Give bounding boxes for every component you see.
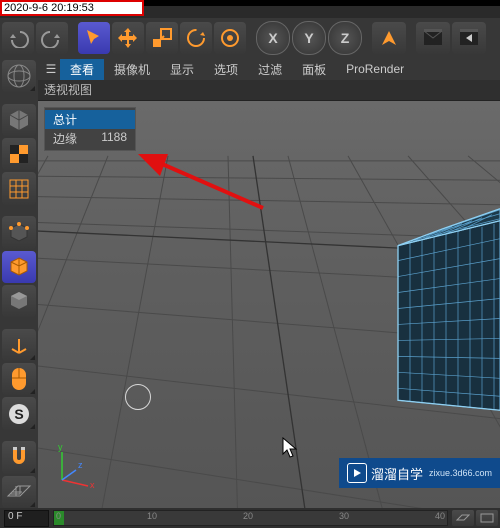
hud-edges-value: 1188 [93,130,127,147]
svg-text:y: y [58,442,63,452]
axis-tool-button[interactable] [2,329,36,361]
rotate-button[interactable] [180,22,212,54]
hud-stats: 总计 边缘 1188 [44,107,136,151]
uv-grid-button[interactable] [2,172,36,204]
viewport-scene [38,101,500,508]
left-toolbar: S [0,58,38,508]
view-config-icon[interactable]: ☰ [42,62,60,76]
object-mode-button[interactable] [2,104,36,136]
animation-button[interactable] [416,22,450,54]
face-mode-button[interactable] [2,285,36,317]
live-select-button[interactable] [78,22,110,54]
timeline-start-field[interactable]: 0 F [4,510,49,527]
axis-gizmo: y x z [48,440,98,490]
svg-text:S: S [14,406,23,422]
hud-total-label: 总计 [53,111,83,128]
menu-prorender[interactable]: ProRender [336,60,414,78]
svg-text:z: z [78,460,83,470]
hud-total-row[interactable]: 总计 [45,110,135,129]
menu-camera[interactable]: 摄像机 [104,59,160,80]
hud-edges-row[interactable]: 边缘 1188 [45,129,135,148]
play-icon [347,463,367,483]
timeline-end-icon[interactable] [476,510,498,526]
vertex-mode-button[interactable] [2,216,36,248]
move-button[interactable] [112,22,144,54]
edge-mode-button[interactable] [2,251,36,283]
hud-total-value [93,111,127,128]
texture-mode-button[interactable] [2,138,36,170]
axis-z-button[interactable]: Z [328,21,362,55]
viewport-menu: ☰ 查看 摄像机 显示 选项 过滤 面板 ProRender [38,58,500,80]
coord-system-button[interactable] [372,22,406,54]
snap-s-button[interactable]: S [2,397,36,429]
menu-panel[interactable]: 面板 [292,59,336,80]
timeline-track[interactable]: 010203040 [53,510,448,526]
top-strip [144,0,500,6]
main-toolbar: X Y Z [0,18,500,58]
menu-filter[interactable]: 过滤 [248,59,292,80]
timeline: 0 F 010203040 [0,508,500,528]
recent-tool-button[interactable] [214,22,246,54]
axis-y-button[interactable]: Y [292,21,326,55]
watermark-url: zixue.3d66.com [429,468,492,478]
redo-button[interactable] [36,22,68,54]
watermark-brand: 溜溜自学 [371,464,423,483]
workplane-button[interactable] [2,476,36,508]
menu-view[interactable]: 查看 [60,59,104,80]
pivot-circle-icon [125,384,151,410]
magnet-button[interactable] [2,441,36,473]
axis-x-button[interactable]: X [256,21,290,55]
mouse-tool-button[interactable] [2,363,36,395]
viewport-3d[interactable]: 总计 边缘 1188 y x z [38,101,500,508]
timestamp-overlay: 2020-9-6 20:19:53 [0,0,144,16]
globe-icon[interactable] [2,60,36,92]
menu-display[interactable]: 显示 [160,59,204,80]
viewport-panel: ☰ 查看 摄像机 显示 选项 过滤 面板 ProRender 透视视图 [38,58,500,508]
undo-button[interactable] [2,22,34,54]
timeline-marks: 010203040 [54,511,447,525]
watermark: 溜溜自学 zixue.3d66.com [339,458,500,488]
svg-text:x: x [90,480,95,490]
viewport-title: 透视视图 [38,80,500,101]
hud-edges-label: 边缘 [53,130,83,147]
scale-button[interactable] [146,22,178,54]
menu-options[interactable]: 选项 [204,59,248,80]
timeline-grid-icon[interactable] [452,510,474,526]
render-button[interactable] [452,22,486,54]
